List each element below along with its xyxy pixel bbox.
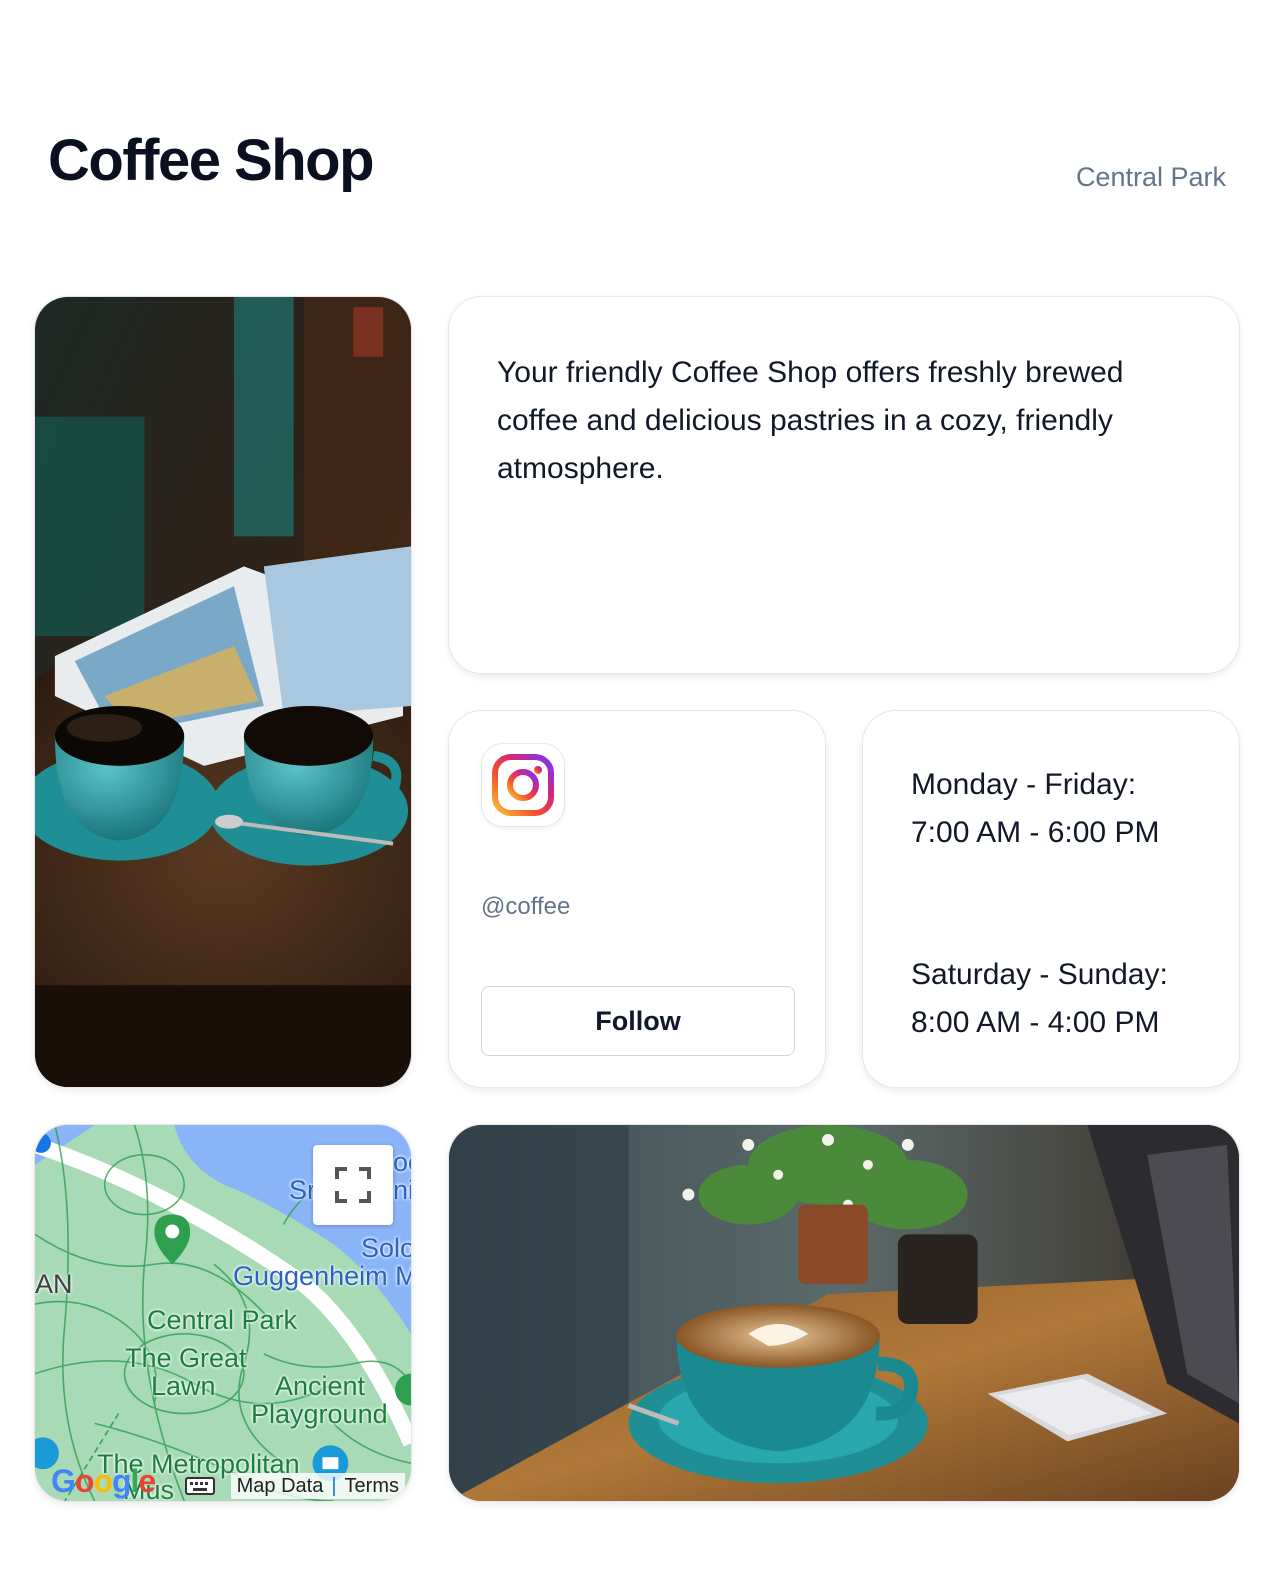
fullscreen-button[interactable] bbox=[313, 1145, 393, 1225]
map-attribution: Map Data | Terms bbox=[230, 1473, 405, 1499]
opening-hours-card: Monday - Friday: 7:00 AM - 6:00 PM Satur… bbox=[862, 710, 1240, 1088]
map-label-central-park: Central Park bbox=[147, 1305, 298, 1335]
weekend-time: 8:00 AM - 4:00 PM bbox=[911, 1006, 1160, 1039]
about-card: Your friendly Coffee Shop offers freshly… bbox=[448, 296, 1240, 674]
map-label-guggenheim: Guggenheim M bbox=[233, 1261, 412, 1291]
map-card[interactable]: Sr oo ni Solo Guggenheim M AN Central Pa… bbox=[34, 1124, 412, 1502]
attribution-divider: | bbox=[331, 1474, 337, 1497]
location-label: Central Park bbox=[1075, 162, 1226, 192]
weekend-hours: Saturday - Sunday: 8:00 AM - 4:00 PM bbox=[911, 951, 1168, 1047]
instagram-handle[interactable]: @coffee bbox=[481, 893, 570, 921]
instagram-icon[interactable] bbox=[481, 743, 565, 827]
instagram-card: @coffee Follow bbox=[448, 710, 826, 1088]
map-label-ni: ni bbox=[393, 1175, 412, 1205]
map-label-great-lawn-2: Lawn bbox=[151, 1371, 216, 1401]
latte-photo bbox=[448, 1124, 1240, 1502]
weekday-label: Monday - Friday: bbox=[911, 768, 1137, 801]
page-title: Coffee Shop bbox=[48, 128, 375, 193]
terms-link[interactable]: Terms bbox=[345, 1475, 399, 1498]
map-label-an: AN bbox=[35, 1269, 73, 1299]
google-logo[interactable]: Google bbox=[51, 1465, 156, 1497]
coffee-cups-image bbox=[35, 297, 411, 1087]
about-text: Your friendly Coffee Shop offers freshly… bbox=[497, 356, 1124, 485]
weekday-hours: Monday - Friday: 7:00 AM - 6:00 PM bbox=[911, 761, 1159, 857]
follow-button[interactable]: Follow bbox=[481, 986, 795, 1056]
map-label-great-lawn-1: The Great bbox=[125, 1343, 247, 1373]
map-label-oo: oo bbox=[393, 1147, 411, 1177]
map-data-link[interactable]: Map Data bbox=[237, 1475, 324, 1498]
map-label-ancient-2: Playground bbox=[251, 1399, 388, 1429]
coffee-cups-photo bbox=[34, 296, 412, 1088]
map-label-sr: Sr bbox=[289, 1175, 316, 1205]
map-label-solo: Solo bbox=[361, 1233, 412, 1263]
map-label-ancient-1: Ancient bbox=[275, 1371, 366, 1401]
fullscreen-icon bbox=[335, 1167, 371, 1203]
keyboard-shortcuts-icon[interactable] bbox=[185, 1477, 215, 1495]
latte-image bbox=[449, 1125, 1239, 1501]
weekday-time: 7:00 AM - 6:00 PM bbox=[911, 816, 1160, 849]
weekend-label: Saturday - Sunday: bbox=[911, 958, 1168, 991]
